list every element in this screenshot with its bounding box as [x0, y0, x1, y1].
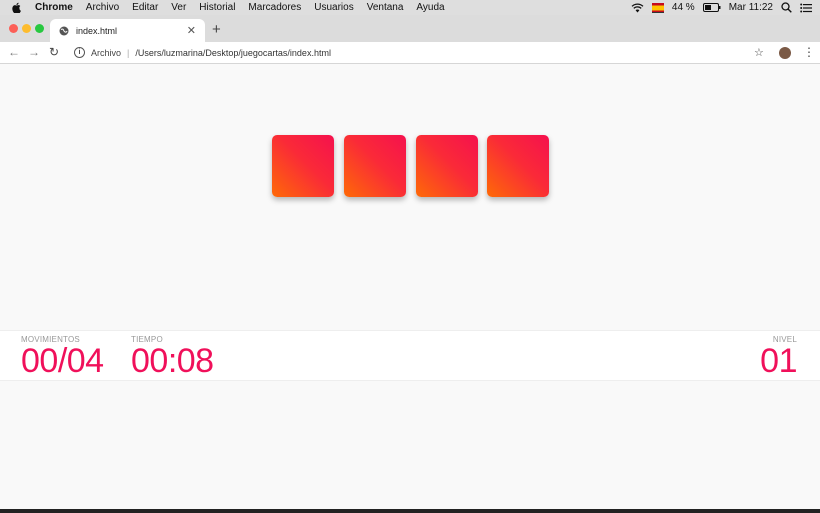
memory-card[interactable] — [344, 135, 406, 197]
memory-card[interactable] — [416, 135, 478, 197]
wifi-icon[interactable] — [631, 2, 644, 13]
menu-historial[interactable]: Historial — [199, 2, 235, 13]
flag-spain-icon[interactable] — [651, 2, 664, 13]
menu-kebab-icon[interactable]: ⋮ — [803, 45, 815, 59]
profile-avatar[interactable] — [779, 47, 791, 59]
card-board — [0, 64, 820, 330]
browser-tab[interactable]: index.html ✕ — [50, 19, 205, 42]
tab-title: index.html — [76, 25, 118, 36]
moves-value: 00/04 — [21, 342, 104, 380]
menu-ayuda[interactable]: Ayuda — [416, 2, 444, 13]
address-separator: | — [127, 47, 130, 58]
window-minimize-button[interactable] — [22, 24, 31, 33]
browser-toolbar: ← → ↻ i Archivo | /Users/luzmarina/Deskt… — [0, 42, 820, 64]
menu-ventana[interactable]: Ventana — [367, 2, 404, 13]
menu-app-name[interactable]: Chrome — [35, 2, 73, 13]
time-stat: TIEMPO 00:08 — [131, 335, 214, 378]
stats-bar: MOVIMIENTOS 00/04 TIEMPO 00:08 NIVEL 01 — [0, 330, 820, 381]
back-arrow-icon[interactable]: ← — [8, 45, 20, 59]
moves-stat: MOVIMIENTOS 00/04 — [21, 335, 104, 378]
window-close-button[interactable] — [9, 24, 18, 33]
battery-icon[interactable] — [702, 3, 721, 12]
notification-center-icon[interactable] — [800, 3, 812, 13]
browser-tab-strip: index.html ✕ + — [0, 15, 820, 42]
memory-card[interactable] — [272, 135, 334, 197]
window-bottom-edge — [0, 509, 820, 513]
level-stat: NIVEL 01 — [760, 335, 797, 378]
globe-icon — [59, 26, 69, 35]
menu-marcadores[interactable]: Marcadores — [248, 2, 301, 13]
menu-clock[interactable]: Mar 11:22 — [729, 2, 773, 13]
menu-editar[interactable]: Editar — [132, 2, 158, 13]
reload-icon[interactable]: ↻ — [49, 45, 59, 59]
tab-close-icon[interactable]: ✕ — [187, 24, 196, 37]
new-tab-button[interactable]: + — [212, 21, 221, 38]
address-url[interactable]: /Users/luzmarina/Desktop/juegocartas/ind… — [135, 48, 331, 58]
level-value: 01 — [760, 342, 797, 380]
menu-usuarios[interactable]: Usuarios — [314, 2, 353, 13]
battery-percent: 44 % — [671, 2, 695, 13]
forward-arrow-icon[interactable]: → — [28, 45, 40, 59]
menu-archivo[interactable]: Archivo — [86, 2, 119, 13]
spotlight-search-icon[interactable] — [781, 2, 792, 13]
time-value: 00:08 — [131, 342, 214, 380]
apple-logo-icon[interactable] — [12, 2, 24, 13]
memory-card[interactable] — [487, 135, 549, 197]
address-scheme-label: Archivo — [91, 47, 122, 58]
macos-menu-bar: Chrome Archivo Editar Ver Historial Marc… — [0, 0, 820, 15]
window-zoom-button[interactable] — [35, 24, 44, 33]
bookmark-star-icon[interactable]: ☆ — [754, 46, 764, 59]
info-icon[interactable]: i — [74, 47, 85, 58]
menu-ver[interactable]: Ver — [171, 2, 186, 13]
address-bar[interactable]: i Archivo | /Users/luzmarina/Desktop/jue… — [68, 43, 778, 62]
